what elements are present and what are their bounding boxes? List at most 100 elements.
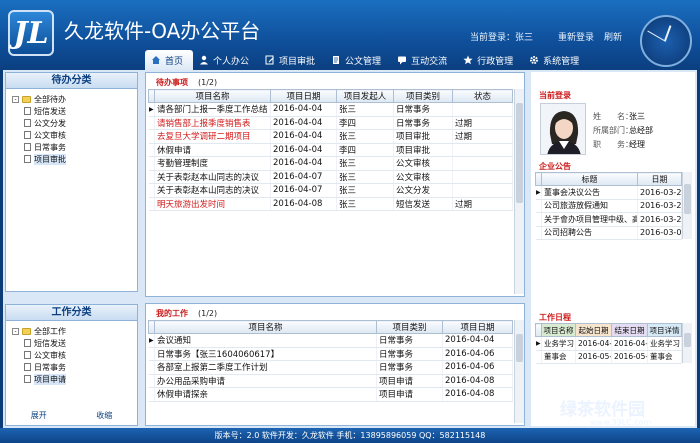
- column-header[interactable]: 起始日期: [575, 323, 612, 337]
- scroll-thumb[interactable]: [684, 333, 691, 347]
- table-row[interactable]: 关于表彰赵本山同志的决议 2016-04-07 张三 公文分发: [148, 183, 513, 198]
- cell-status: 过期: [452, 197, 513, 211]
- cell-status: 过期: [452, 116, 513, 130]
- tab-administration[interactable]: 行政管理: [457, 50, 523, 70]
- tree-item-project-apply[interactable]: 项目申请: [12, 373, 131, 385]
- table-row[interactable]: 去复旦大学调研二期项目 2016-04-04 张三 项目审批 过期: [148, 129, 513, 144]
- tree-root-work[interactable]: - 全部工作: [12, 325, 131, 337]
- notices-vertical-scrollbar[interactable]: [682, 172, 692, 239]
- tree-item-daily-affairs[interactable]: 日常事务: [12, 141, 131, 153]
- column-header[interactable]: 项目类别: [376, 320, 443, 334]
- table-row[interactable]: ▶董事会决议公告2016-03-24: [535, 185, 682, 200]
- my-work-panel: 我的工作 (1/2) 项目名称 项目类别 项目日期 ▶ 会议通知 日常事务 2016-0…: [145, 303, 525, 426]
- gear-icon: [529, 55, 539, 65]
- cell-schedule-start: 2016-04-: [575, 336, 612, 351]
- cell-project-owner: 李四: [336, 143, 394, 157]
- column-header[interactable]: 项目详情: [647, 323, 682, 337]
- collapse-icon[interactable]: -: [12, 95, 19, 103]
- table-row[interactable]: 办公用品采购申请 项目申请 2016-04-08: [148, 374, 513, 388]
- table-row[interactable]: 董事会 2016-05- 2016-05- 董事会: [535, 350, 682, 364]
- column-header[interactable]: 项目发起人: [336, 89, 394, 103]
- tree-item-daily-affairs[interactable]: 日常事务: [12, 361, 131, 373]
- expand-all-button[interactable]: 展开: [31, 410, 47, 421]
- refresh-link[interactable]: 刷新: [604, 30, 622, 43]
- schedule-vertical-scrollbar[interactable]: [682, 323, 692, 363]
- cell-project-date: 2016-04-08: [270, 197, 337, 211]
- cell-project-type: 项目审批: [393, 143, 453, 157]
- my-work-vertical-scrollbar[interactable]: [514, 320, 524, 423]
- cell-notice-title: 公司招聘公告: [541, 226, 638, 240]
- scroll-thumb[interactable]: [516, 334, 523, 362]
- cell-project-date: 2016-04-04: [270, 129, 337, 144]
- table-row[interactable]: 关于㑹办项目管理中级、高2016-03-24: [535, 212, 682, 227]
- column-header[interactable]: 结束日期: [611, 323, 648, 337]
- table-row[interactable]: 休假申请探亲 项目申请 2016-04-08: [148, 387, 513, 402]
- column-header[interactable]: 项目类别: [393, 89, 453, 103]
- tree-item-doc-review[interactable]: 公文审核: [12, 129, 131, 141]
- column-header[interactable]: 项目日期: [270, 89, 337, 103]
- table-row[interactable]: ▶ 业务学习 2016-04- 2016-04- 业务学习: [535, 336, 682, 351]
- cell-project-owner: 张三: [336, 197, 394, 211]
- current-login-title: 当前登录: [539, 91, 571, 100]
- column-header[interactable]: 标题: [541, 172, 638, 186]
- document-icon: [24, 119, 31, 127]
- cell-project-date: 2016-04-08: [442, 374, 513, 388]
- home-icon: [151, 55, 161, 65]
- column-header[interactable]: 项目名称: [154, 320, 377, 334]
- table-row[interactable]: ▶ 请各部门上报一季度工作总结 2016-04-04 张三 日常事务: [148, 102, 513, 117]
- tab-label: 互动交流: [411, 56, 448, 67]
- cell-status: [452, 143, 513, 157]
- tree-item-doc-review[interactable]: 公文审核: [12, 349, 131, 361]
- tree-item-sms[interactable]: 短信发送: [12, 105, 131, 117]
- tab-home[interactable]: 首页: [145, 50, 194, 70]
- pending-items-table: 项目名称 项目日期 项目发起人 项目类别 状态 ▶ 请各部门上报一季度工作总结 20…: [148, 89, 513, 211]
- cell-project-name: 日常事务【张三1604060617】: [154, 347, 377, 361]
- tab-interaction[interactable]: 互动交流: [391, 50, 457, 70]
- table-row[interactable]: 公司旅游放假通知2016-03-24: [535, 199, 682, 213]
- tab-personal-office[interactable]: 个人办公: [193, 50, 259, 70]
- column-header[interactable]: 项目日期: [442, 320, 513, 334]
- tab-document-management[interactable]: 公文管理: [325, 50, 391, 70]
- column-header[interactable]: 项目名称: [541, 323, 576, 337]
- table-row[interactable]: ▶ 会议通知 日常事务 2016-04-04: [148, 333, 513, 348]
- cell-notice-date: 2016-03-24: [637, 212, 682, 227]
- collapse-all-button[interactable]: 收缩: [96, 410, 112, 421]
- tab-system-management[interactable]: 系统管理: [523, 50, 589, 70]
- profile-title-row: 职 务：经理: [593, 140, 645, 149]
- table-row[interactable]: 各部室上报第二季度工作计划 日常事务 2016-04-06: [148, 360, 513, 375]
- work-category-panel: 工作分类 - 全部工作 短信发送 公文审核 日常事务 项目申请 展开 收缩: [5, 304, 138, 426]
- tree-item-project-approval[interactable]: 项目审批: [12, 153, 131, 165]
- tab-project-approval[interactable]: 项目审批: [259, 50, 325, 70]
- pending-vertical-scrollbar[interactable]: [514, 89, 524, 294]
- table-row[interactable]: 日常事务【张三1604060617】 日常事务 2016-04-06: [148, 347, 513, 361]
- column-header[interactable]: 项目名称: [154, 89, 271, 103]
- pending-category-title: 待办分类: [6, 73, 137, 89]
- cell-project-type: 公文审核: [393, 170, 453, 184]
- cell-project-name: 请各部门上报一季度工作总结: [154, 102, 271, 117]
- table-row[interactable]: 明天旅游出发时间 2016-04-08 张三 短信发送 过期: [148, 197, 513, 211]
- scroll-thumb[interactable]: [516, 103, 523, 203]
- cell-project-type: 公文审核: [393, 156, 453, 171]
- tree-item-sms[interactable]: 短信发送: [12, 337, 131, 349]
- cell-project-date: 2016-04-04: [270, 116, 337, 130]
- collapse-icon[interactable]: -: [12, 327, 19, 335]
- cell-project-name: 去复旦大学调研二期项目: [154, 129, 271, 144]
- table-row[interactable]: 休假申请 2016-04-04 李四 项目审批: [148, 143, 513, 157]
- star-icon: [463, 55, 473, 65]
- table-row[interactable]: 请销售部上报季度销售表 2016-04-04 李四 日常事务 过期: [148, 116, 513, 130]
- tab-label: 项目审批: [279, 56, 316, 67]
- table-row[interactable]: 关于表彰赵本山同志的决议 2016-04-07 张三 公文审核: [148, 170, 513, 184]
- tree-item-doc-distribute[interactable]: 公文分发: [12, 117, 131, 129]
- tree-root-pending[interactable]: - 全部待办: [12, 93, 131, 105]
- tab-label: 个人办公: [213, 56, 250, 67]
- column-header[interactable]: 日期: [637, 172, 682, 186]
- column-header[interactable]: 状态: [452, 89, 513, 103]
- chat-icon: [397, 55, 407, 65]
- relogin-link[interactable]: 重新登录: [558, 30, 594, 43]
- table-header-row: 项目名称 起始日期 结束日期 项目详情: [535, 323, 682, 337]
- scroll-thumb[interactable]: [684, 184, 691, 214]
- pending-tree: - 全部待办 短信发送 公文分发 公文审核 日常事务 项目审批: [6, 89, 137, 169]
- table-row[interactable]: 考勤管理制度 2016-04-04 张三 公文审核: [148, 156, 513, 171]
- cell-project-type: 日常事务: [376, 347, 443, 361]
- table-row[interactable]: 公司招聘公告2016-03-07: [535, 226, 682, 240]
